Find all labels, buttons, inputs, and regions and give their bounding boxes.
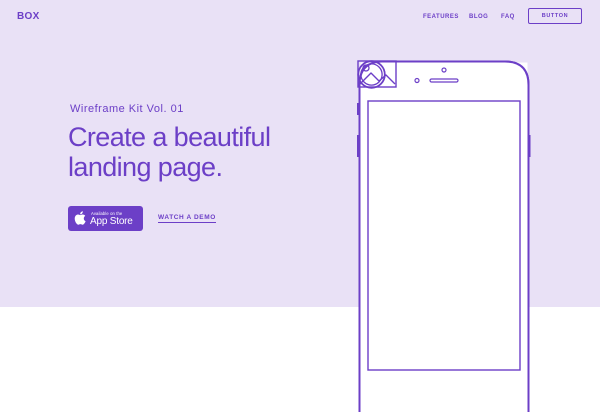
landing-page: BOX FEATURES BLOG FAQ BUTTON Wireframe K… [0, 0, 600, 412]
nav-link-blog[interactable]: BLOG [469, 14, 488, 20]
nav-link-faq[interactable]: FAQ [501, 14, 515, 20]
header-button[interactable]: BUTTON [528, 8, 582, 24]
apple-icon [74, 211, 86, 225]
phone-screen [367, 100, 521, 371]
nav-link-features[interactable]: FEATURES [423, 14, 459, 20]
hero-headline-line-2: landing page. [68, 152, 223, 182]
watch-demo-link[interactable]: WATCH A DEMO [158, 214, 216, 223]
app-store-big-text: App Store [90, 216, 133, 227]
hero-eyebrow: Wireframe Kit Vol. 01 [70, 103, 184, 115]
logo[interactable]: BOX [17, 11, 40, 22]
app-store-button[interactable]: Available on the App Store [68, 206, 143, 231]
hero-headline-line-1: Create a beautiful [68, 122, 271, 152]
phone-home-button [357, 60, 386, 89]
phone-mockup [357, 60, 531, 412]
phone-outline [357, 60, 531, 412]
hero-headline: Create a beautiful landing page. [68, 122, 328, 182]
